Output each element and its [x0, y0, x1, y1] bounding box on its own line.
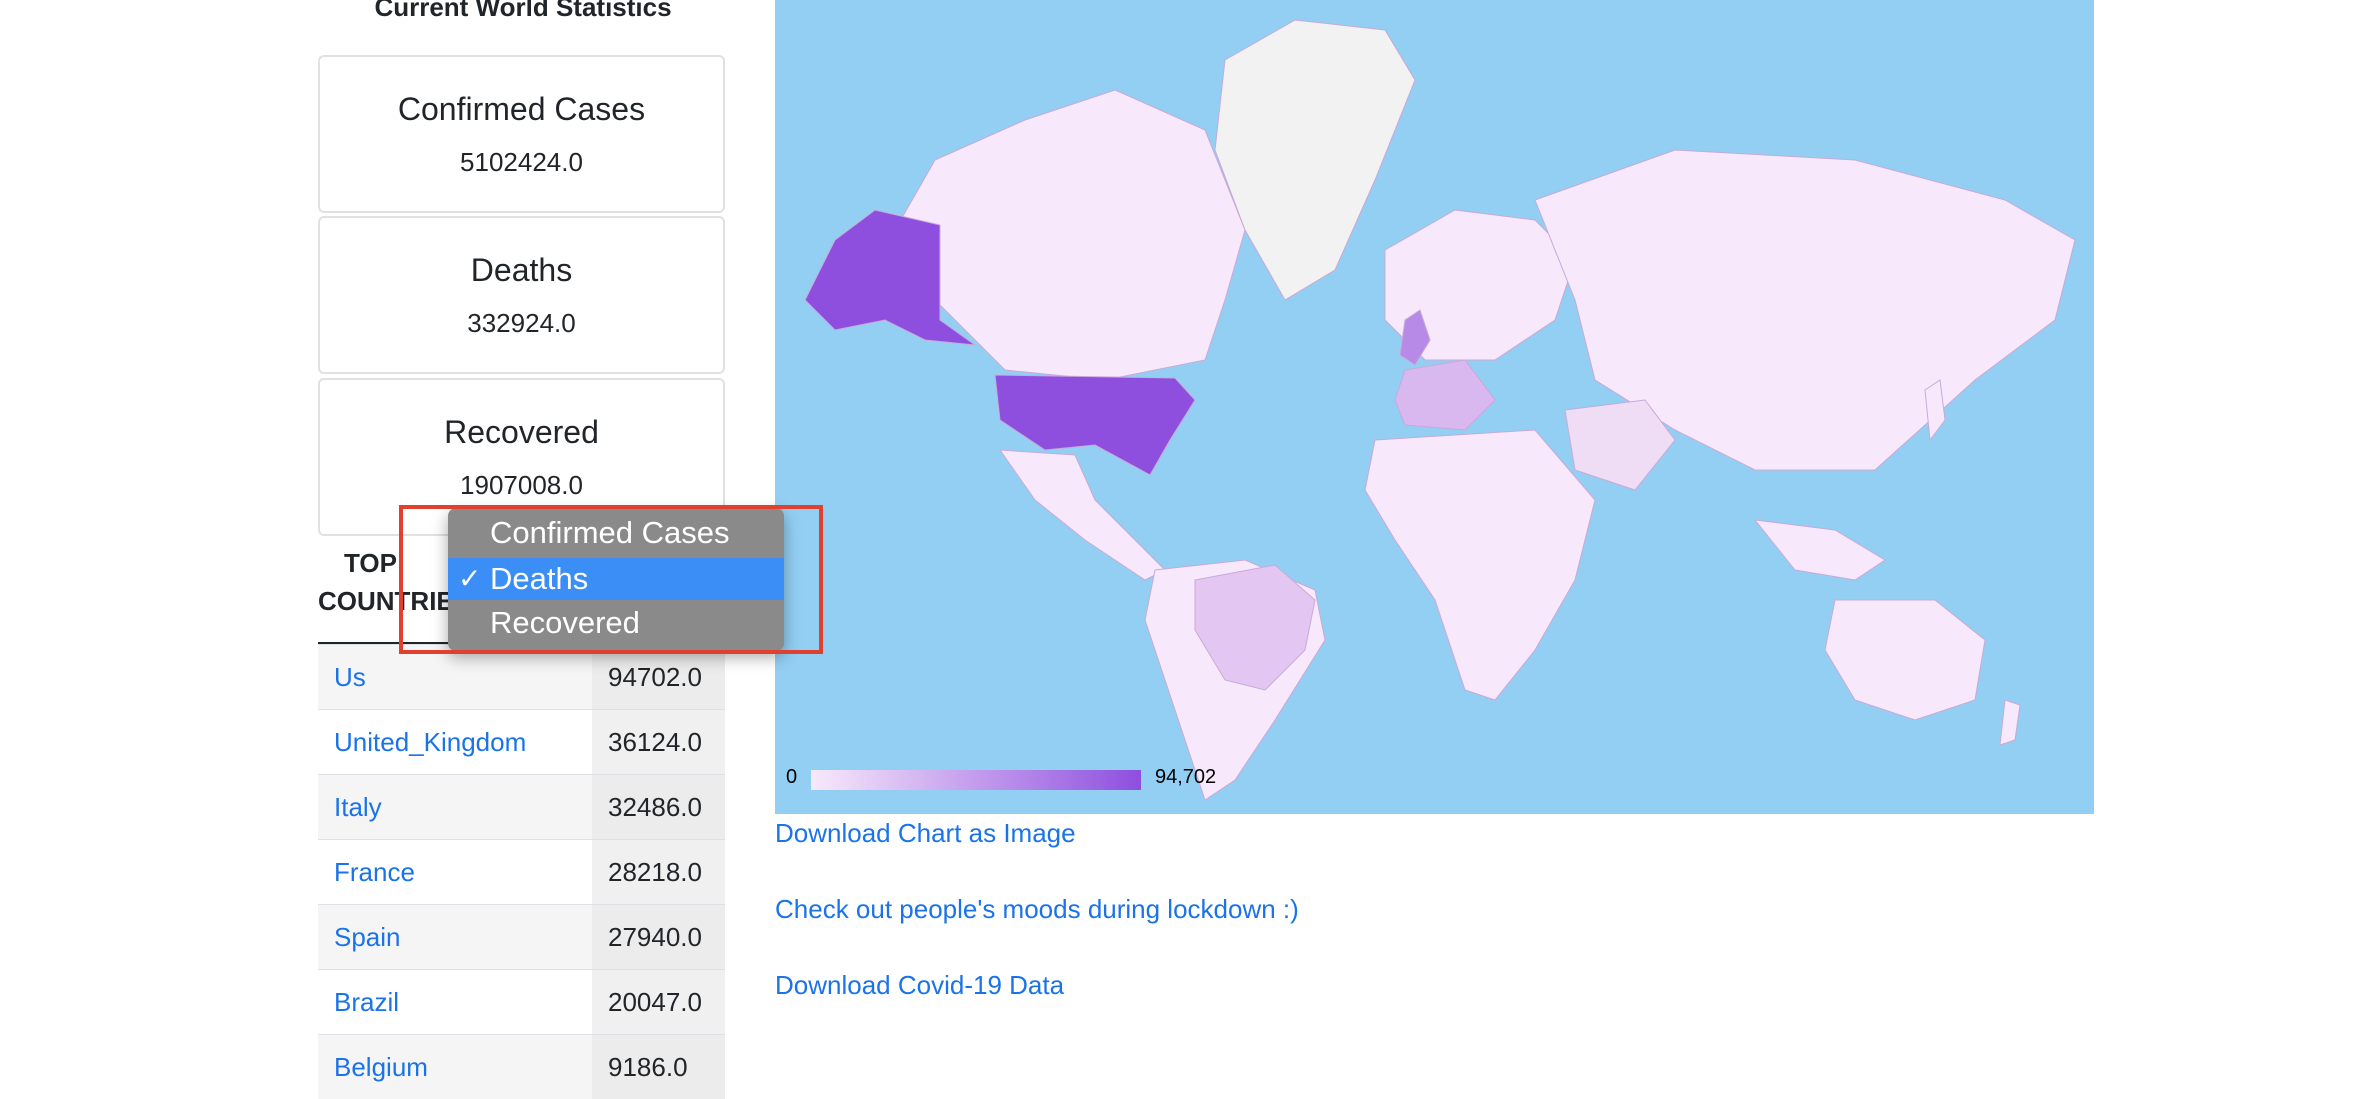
country-link[interactable]: France — [334, 857, 415, 887]
top-countries-table: Us 94702.0 United_Kingdom 36124.0 Italy … — [318, 644, 725, 1099]
recovered-value: 1907008.0 — [320, 470, 723, 501]
dropdown-option-deaths[interactable]: ✓ Deaths — [448, 558, 784, 600]
section-title: Current World Statistics — [318, 0, 728, 23]
country-link[interactable]: Us — [334, 662, 366, 692]
check-icon: ✓ — [458, 558, 481, 600]
map-region-australia — [1825, 600, 1985, 720]
confirmed-cases-card: Confirmed Cases 5102424.0 — [318, 55, 725, 213]
confirmed-cases-value: 5102424.0 — [320, 147, 723, 178]
dropdown-option-label: Recovered — [490, 602, 640, 644]
legend-min-label: 0 — [786, 766, 797, 789]
deaths-value: 332924.0 — [320, 308, 723, 339]
world-map-svg — [775, 0, 2094, 814]
dropdown-option-confirmed[interactable]: Confirmed Cases — [448, 512, 784, 554]
country-value: 94702.0 — [592, 645, 725, 710]
country-value: 28218.0 — [592, 840, 725, 905]
metric-dropdown-menu[interactable]: Confirmed Cases ✓ Deaths Recovered — [448, 508, 784, 651]
download-chart-link[interactable]: Download Chart as Image — [775, 818, 1076, 849]
table-row: Spain 27940.0 — [318, 905, 725, 970]
table-row: United_Kingdom 36124.0 — [318, 710, 725, 775]
table-row: Belgium 9186.0 — [318, 1035, 725, 1099]
country-link[interactable]: Brazil — [334, 987, 399, 1017]
country-link[interactable]: Spain — [334, 922, 401, 952]
country-link[interactable]: United_Kingdom — [334, 727, 526, 757]
country-value: 9186.0 — [592, 1035, 725, 1099]
table-row: Us 94702.0 — [318, 645, 725, 710]
map-region-new-zealand — [2000, 700, 2020, 745]
dropdown-option-recovered[interactable]: Recovered — [448, 602, 784, 644]
deaths-title: Deaths — [320, 252, 723, 289]
download-data-link[interactable]: Download Covid-19 Data — [775, 970, 1064, 1001]
world-map[interactable]: 0 94,702 — [775, 0, 2094, 814]
dropdown-option-label: Deaths — [490, 558, 588, 600]
moods-link[interactable]: Check out people's moods during lockdown… — [775, 894, 1299, 925]
legend-max-label: 94,702 — [1155, 766, 1216, 789]
recovered-title: Recovered — [320, 414, 723, 451]
country-value: 32486.0 — [592, 775, 725, 840]
table-row: France 28218.0 — [318, 840, 725, 905]
deaths-card: Deaths 332924.0 — [318, 216, 725, 374]
country-value: 36124.0 — [592, 710, 725, 775]
legend-color-bar — [811, 770, 1141, 790]
dropdown-option-label: Confirmed Cases — [490, 512, 729, 554]
country-link[interactable]: Belgium — [334, 1052, 428, 1082]
map-region-southeast-asia — [1755, 520, 1885, 580]
top-countries-header-line1: TOP — [344, 544, 397, 582]
country-link[interactable]: Italy — [334, 792, 382, 822]
country-value: 27940.0 — [592, 905, 725, 970]
table-row: Italy 32486.0 — [318, 775, 725, 840]
confirmed-cases-title: Confirmed Cases — [320, 91, 723, 128]
table-row: Brazil 20047.0 — [318, 970, 725, 1035]
map-region-western-europe — [1395, 360, 1495, 430]
country-value: 20047.0 — [592, 970, 725, 1035]
map-region-africa — [1365, 430, 1595, 700]
